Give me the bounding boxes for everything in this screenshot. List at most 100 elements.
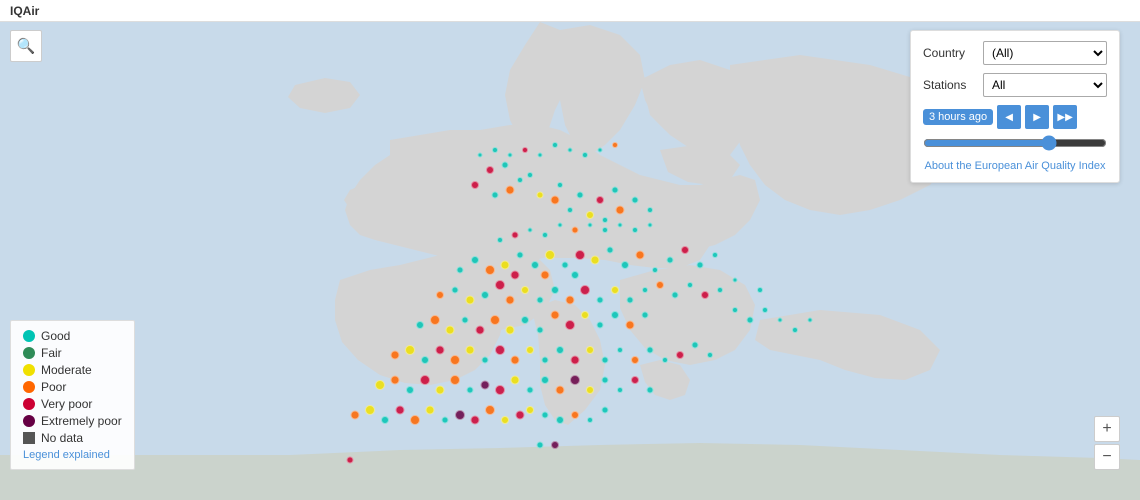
station-dot[interactable] [542, 412, 549, 419]
station-dot[interactable] [495, 385, 505, 395]
station-dot[interactable] [452, 287, 459, 294]
station-dot[interactable] [485, 405, 495, 415]
station-dot[interactable] [537, 327, 544, 334]
station-dot[interactable] [511, 376, 520, 385]
station-dot[interactable] [545, 250, 555, 260]
station-dot[interactable] [410, 415, 420, 425]
station-dot[interactable] [570, 375, 580, 385]
station-dot[interactable] [571, 356, 580, 365]
station-dot[interactable] [732, 307, 738, 313]
station-dot[interactable] [495, 345, 505, 355]
station-dot[interactable] [656, 281, 664, 289]
station-dot[interactable] [471, 256, 479, 264]
zoom-in-button[interactable]: + [1094, 416, 1120, 442]
station-dot[interactable] [575, 250, 585, 260]
station-dot[interactable] [621, 261, 629, 269]
station-dot[interactable] [792, 327, 798, 333]
station-dot[interactable] [692, 342, 699, 349]
station-dot[interactable] [577, 192, 584, 199]
station-dot[interactable] [481, 291, 489, 299]
station-dot[interactable] [347, 457, 354, 464]
station-dot[interactable] [511, 356, 520, 365]
station-dot[interactable] [572, 227, 579, 234]
station-dot[interactable] [607, 247, 614, 254]
station-dot[interactable] [466, 346, 475, 355]
station-dot[interactable] [466, 296, 475, 305]
station-dot[interactable] [485, 265, 495, 275]
station-dot[interactable] [502, 162, 509, 169]
station-dot[interactable] [471, 416, 480, 425]
station-dot[interactable] [556, 386, 565, 395]
station-dot[interactable] [381, 416, 389, 424]
station-dot[interactable] [636, 251, 645, 260]
station-dot[interactable] [396, 406, 405, 415]
station-dot[interactable] [501, 261, 510, 270]
station-dot[interactable] [476, 326, 485, 335]
station-dot[interactable] [462, 317, 469, 324]
station-dot[interactable] [517, 252, 524, 259]
station-dot[interactable] [526, 406, 534, 414]
station-dot[interactable] [522, 147, 528, 153]
search-button[interactable]: 🔍 [10, 30, 42, 62]
station-dot[interactable] [506, 296, 515, 305]
station-dot[interactable] [602, 217, 608, 223]
station-dot[interactable] [676, 351, 684, 359]
station-dot[interactable] [556, 416, 564, 424]
station-dot[interactable] [551, 196, 560, 205]
station-dot[interactable] [631, 376, 639, 384]
station-dot[interactable] [778, 318, 783, 323]
station-dot[interactable] [481, 381, 490, 390]
station-dot[interactable] [571, 411, 579, 419]
station-dot[interactable] [681, 246, 689, 254]
station-dot[interactable] [598, 148, 603, 153]
next-button[interactable]: ▶▶ [1053, 105, 1077, 129]
station-dot[interactable] [450, 375, 460, 385]
station-dot[interactable] [467, 387, 474, 394]
station-dot[interactable] [482, 357, 489, 364]
station-dot[interactable] [707, 352, 713, 358]
station-dot[interactable] [597, 297, 604, 304]
station-dot[interactable] [430, 315, 440, 325]
station-dot[interactable] [551, 441, 559, 449]
station-dot[interactable] [762, 307, 768, 313]
station-dot[interactable] [490, 315, 500, 325]
station-dot[interactable] [406, 386, 414, 394]
station-dot[interactable] [647, 347, 654, 354]
station-dot[interactable] [642, 287, 648, 293]
station-dot[interactable] [506, 186, 515, 195]
station-dot[interactable] [446, 326, 455, 335]
station-dot[interactable] [626, 321, 635, 330]
station-dot[interactable] [450, 355, 460, 365]
station-dot[interactable] [527, 387, 534, 394]
station-dot[interactable] [632, 227, 638, 233]
station-dot[interactable] [596, 196, 604, 204]
station-dot[interactable] [586, 346, 594, 354]
station-dot[interactable] [506, 326, 515, 335]
station-dot[interactable] [495, 280, 505, 290]
station-dot[interactable] [611, 286, 619, 294]
station-dot[interactable] [627, 297, 634, 304]
station-dot[interactable] [537, 192, 544, 199]
station-dot[interactable] [567, 207, 573, 213]
station-dot[interactable] [521, 316, 529, 324]
station-dot[interactable] [521, 286, 529, 294]
play-button[interactable]: ▶ [1025, 105, 1049, 129]
station-dot[interactable] [687, 282, 693, 288]
station-dot[interactable] [405, 345, 415, 355]
station-dot[interactable] [497, 237, 503, 243]
station-dot[interactable] [602, 377, 609, 384]
station-dot[interactable] [420, 375, 430, 385]
station-dot[interactable] [617, 387, 623, 393]
station-dot[interactable] [558, 223, 563, 228]
station-dot[interactable] [597, 322, 604, 329]
station-dot[interactable] [602, 407, 609, 414]
station-dot[interactable] [528, 228, 533, 233]
station-dot[interactable] [616, 206, 625, 215]
station-dot[interactable] [565, 320, 575, 330]
station-dot[interactable] [508, 153, 513, 158]
station-dot[interactable] [375, 380, 385, 390]
station-dot[interactable] [697, 262, 704, 269]
station-dot[interactable] [551, 311, 560, 320]
station-dot[interactable] [436, 386, 445, 395]
station-dot[interactable] [421, 356, 429, 364]
